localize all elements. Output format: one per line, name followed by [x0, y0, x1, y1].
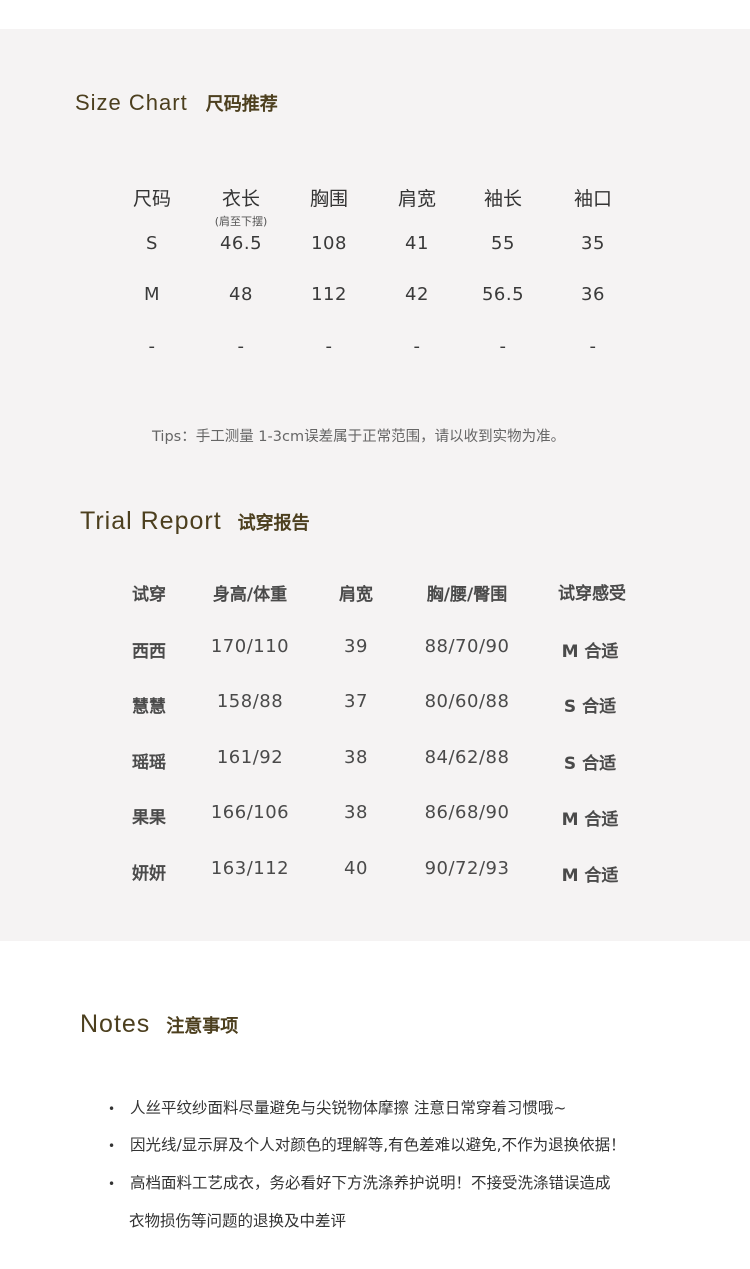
trial-report-title-en: Trial Report	[80, 507, 222, 535]
trial-header-shoulder: 肩宽	[339, 585, 373, 605]
size-chart-heading: Size Chart 尺码推荐	[75, 90, 278, 116]
note-item: • 高档面料工艺成衣，务必看好下方洗涤养护说明！不接受洗涤错误造成	[108, 1171, 611, 1193]
note-text: 高档面料工艺成衣，务必看好下方洗涤养护说明！不接受洗涤错误造成	[130, 1174, 611, 1192]
trial-header-measurements: 胸/腰/臀围	[426, 585, 508, 605]
size-header-size: 尺码	[132, 188, 172, 210]
size-cell: S	[146, 233, 158, 254]
trial-cell: 86/68/90	[424, 802, 510, 823]
size-cell: 48	[229, 284, 253, 305]
size-cell: 55	[491, 233, 515, 254]
note-text: 人丝平纹纱面料尽量避免与尖锐物体摩擦 注意日常穿着习惯哦~	[130, 1099, 567, 1117]
trial-cell: 161/92	[216, 747, 284, 768]
trial-tester-name: 瑶瑶	[132, 753, 166, 773]
trial-report-title-zh: 试穿报告	[237, 513, 310, 534]
size-header-cuff: 袖口	[573, 188, 613, 210]
size-cell: -	[148, 336, 156, 357]
trial-tester-name: 西西	[132, 642, 166, 662]
size-cell: 36	[581, 284, 605, 305]
measurement-tips: Tips：手工测量 1-3cm误差属于正常范围，请以收到实物为准。	[152, 429, 566, 445]
trial-fit: S 合适	[563, 697, 617, 717]
size-cell: 35	[581, 233, 605, 254]
note-item: • 因光线/显示屏及个人对颜色的理解等,有色差难以避免,不作为退换依据！	[108, 1133, 626, 1155]
trial-cell: 38	[344, 802, 368, 823]
trial-fit: M 合适	[561, 642, 619, 662]
trial-cell: 170/110	[210, 636, 290, 657]
trial-fit: M 合适	[561, 866, 619, 886]
trial-header-height-weight: 身高/体重	[212, 585, 288, 605]
size-cell: 41	[405, 233, 429, 254]
size-cell: -	[413, 336, 421, 357]
size-and-trial-panel	[0, 29, 750, 941]
size-header-chest: 胸围	[309, 188, 349, 210]
size-cell: M	[143, 284, 161, 305]
trial-cell: 37	[344, 691, 368, 712]
trial-cell: 166/106	[210, 802, 290, 823]
trial-cell: 163/112	[210, 858, 290, 879]
size-chart-title-en: Size Chart	[75, 90, 188, 115]
bullet-icon: •	[108, 1139, 116, 1153]
size-cell: -	[237, 336, 245, 357]
notes-title-zh: 注意事项	[166, 1016, 239, 1037]
trial-fit: M 合适	[561, 810, 619, 830]
size-chart-title-zh: 尺码推荐	[205, 94, 278, 115]
size-header-sleeve-length: 袖长	[483, 188, 523, 210]
size-cell: -	[499, 336, 507, 357]
size-header-length: 衣长	[221, 188, 261, 210]
bullet-icon: •	[108, 1177, 116, 1191]
size-cell: 56.5	[481, 284, 525, 305]
trial-cell: 88/70/90	[424, 636, 510, 657]
trial-cell: 38	[344, 747, 368, 768]
size-cell: 42	[405, 284, 429, 305]
trial-cell: 40	[344, 858, 368, 879]
trial-fit: S 合适	[563, 754, 617, 774]
trial-tester-name: 慧慧	[132, 697, 166, 717]
note-text-continued: 衣物损伤等问题的退换及中差评	[129, 1212, 347, 1230]
trial-header-fit: 试穿感受	[558, 584, 626, 604]
size-cell: 108	[311, 233, 347, 254]
trial-cell: 84/62/88	[424, 747, 510, 768]
length-measure-note: (肩至下摆)	[214, 215, 268, 228]
notes-heading: Notes 注意事项	[80, 1010, 238, 1039]
trial-report-heading: Trial Report 试穿报告	[80, 507, 310, 536]
note-item: • 人丝平纹纱面料尽量避免与尖锐物体摩擦 注意日常穿着习惯哦~	[108, 1096, 566, 1118]
trial-header-tester: 试穿	[132, 585, 166, 605]
trial-cell: 80/60/88	[424, 691, 510, 712]
trial-tester-name: 妍妍	[132, 864, 166, 884]
trial-cell: 39	[344, 636, 368, 657]
size-cell: 112	[311, 284, 347, 305]
size-cell: 46.5	[219, 233, 263, 254]
trial-cell: 90/72/93	[424, 858, 510, 879]
size-header-shoulder: 肩宽	[397, 188, 437, 210]
note-text: 因光线/显示屏及个人对颜色的理解等,有色差难以避免,不作为退换依据！	[130, 1136, 626, 1154]
trial-tester-name: 果果	[132, 808, 166, 828]
notes-title-en: Notes	[80, 1010, 151, 1038]
bullet-icon: •	[108, 1102, 116, 1116]
size-cell: -	[589, 336, 597, 357]
trial-cell: 158/88	[216, 691, 284, 712]
size-cell: -	[325, 336, 333, 357]
